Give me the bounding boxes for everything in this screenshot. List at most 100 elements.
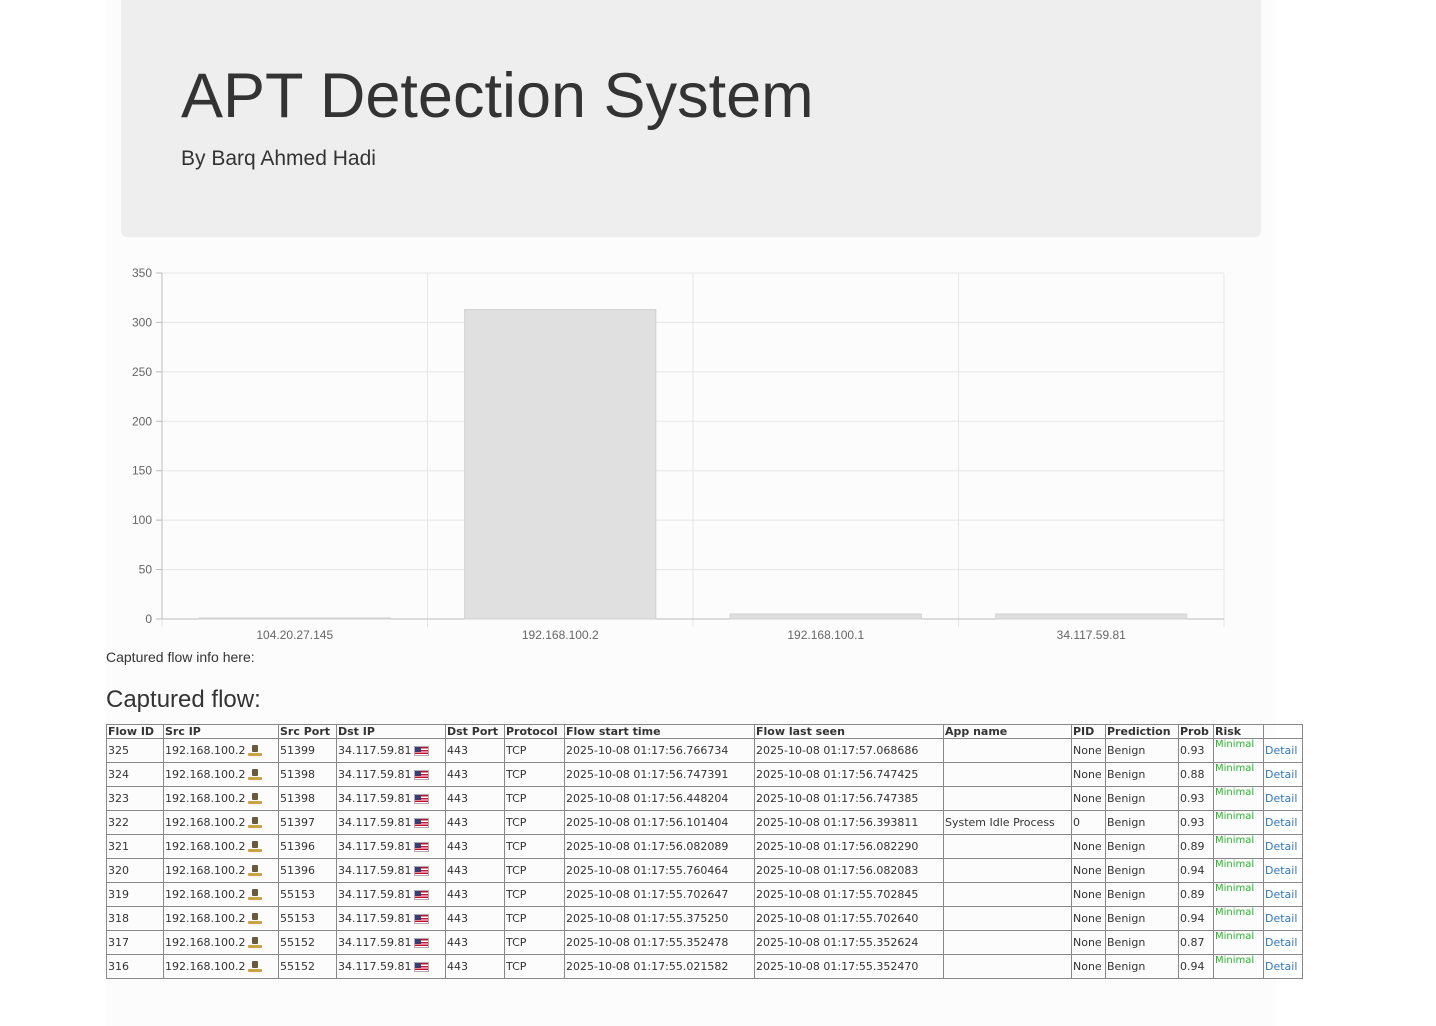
dst-ip-text: 34.117.59.81 [338, 960, 412, 973]
detail-link[interactable]: Detail [1265, 960, 1297, 973]
prob-cell: 0.88 [1178, 762, 1214, 787]
pid-text: None [1073, 840, 1102, 853]
x-tick-label: 192.168.100.1 [787, 628, 864, 642]
pid-cell: None [1071, 930, 1106, 955]
src-ip-cell: 192.168.100.2 [163, 810, 279, 835]
prob-cell: 0.94 [1178, 954, 1214, 979]
bar [198, 617, 391, 620]
flow-id-text: 320 [108, 864, 129, 877]
protocol-cell: TCP [504, 786, 565, 811]
dst-port-text: 443 [447, 768, 468, 781]
detail-link[interactable]: Detail [1265, 936, 1297, 949]
app-name-cell [943, 930, 1072, 955]
flow-last-seen-text: 2025-10-08 01:17:55.352470 [756, 960, 919, 973]
us-flag-icon [414, 794, 430, 804]
local-host-icon [248, 865, 263, 877]
prediction-cell: Benign [1105, 738, 1179, 763]
src-ip-cell: 192.168.100.2 [163, 906, 279, 931]
prediction-text: Benign [1107, 960, 1146, 973]
risk-text: Minimal [1215, 883, 1255, 894]
protocol-text: TCP [506, 960, 527, 973]
flow-start-text: 2025-10-08 01:17:56.747391 [566, 768, 729, 781]
pid-text: 0 [1073, 816, 1080, 829]
flow-start-cell: 2025-10-08 01:17:55.021582 [564, 954, 755, 979]
y-tick-label: 150 [132, 464, 152, 478]
src-ip-cell: 192.168.100.2 [163, 930, 279, 955]
src-ip-text: 192.168.100.2 [165, 744, 246, 757]
us-flag-icon [414, 866, 430, 876]
us-flag-icon [414, 746, 430, 756]
dst-ip-cell: 34.117.59.81 [336, 738, 446, 763]
flow-start-cell: 2025-10-08 01:17:56.766734 [564, 738, 755, 763]
detail-cell: Detail [1263, 954, 1303, 979]
detail-link[interactable]: Detail [1265, 792, 1297, 805]
flow-start-cell: 2025-10-08 01:17:56.082089 [564, 834, 755, 859]
src-ip-text: 192.168.100.2 [165, 888, 246, 901]
src-ip-cell: 192.168.100.2 [163, 762, 279, 787]
detail-link[interactable]: Detail [1265, 864, 1297, 877]
flow-start-cell: 2025-10-08 01:17:56.448204 [564, 786, 755, 811]
prediction-text: Benign [1107, 936, 1146, 949]
prob-text: 0.94 [1180, 912, 1205, 925]
prob-text: 0.87 [1180, 936, 1205, 949]
src-port-cell: 55152 [278, 930, 337, 955]
detail-link[interactable]: Detail [1265, 840, 1297, 853]
pid-text: None [1073, 912, 1102, 925]
dst-ip-text: 34.117.59.81 [338, 888, 412, 901]
dst-port-cell: 443 [445, 954, 505, 979]
flow-last-seen-cell: 2025-10-08 01:17:56.747425 [754, 762, 944, 787]
pid-text: None [1073, 936, 1102, 949]
bar [464, 309, 657, 620]
src-port-cell: 51396 [278, 858, 337, 883]
flow-id-cell: 317 [106, 930, 164, 955]
app-name-cell [943, 738, 1072, 763]
dst-ip-text: 34.117.59.81 [338, 936, 412, 949]
risk-cell: Minimal [1213, 786, 1264, 811]
detail-link[interactable]: Detail [1265, 816, 1297, 829]
column-header: Src IP [163, 724, 279, 739]
pid-cell: None [1071, 834, 1106, 859]
table-row: 322 192.168.100.2 51397 34.117.59.81 443 TCP 2… [106, 810, 1303, 835]
prob-cell: 0.89 [1178, 882, 1214, 907]
risk-text: Minimal [1215, 907, 1255, 918]
risk-cell: Minimal [1213, 906, 1264, 931]
dst-ip-text: 34.117.59.81 [338, 768, 412, 781]
pid-cell: None [1071, 882, 1106, 907]
local-host-icon [248, 769, 263, 781]
prediction-cell: Benign [1105, 834, 1179, 859]
dst-ip-text: 34.117.59.81 [338, 792, 412, 805]
table-row: 318 192.168.100.2 55153 34.117.59.81 443 TCP 2… [106, 906, 1303, 931]
column-header: Prediction [1105, 724, 1179, 739]
detail-link[interactable]: Detail [1265, 768, 1297, 781]
flow-last-seen-cell: 2025-10-08 01:17:55.702845 [754, 882, 944, 907]
column-header: Dst IP [336, 724, 446, 739]
dst-ip-cell: 34.117.59.81 [336, 858, 446, 883]
prediction-text: Benign [1107, 888, 1146, 901]
prob-text: 0.89 [1180, 840, 1205, 853]
detail-link[interactable]: Detail [1265, 912, 1297, 925]
detail-link[interactable]: Detail [1265, 888, 1297, 901]
src-port-text: 51399 [280, 744, 315, 757]
pid-text: None [1073, 960, 1102, 973]
y-tick-label: 300 [132, 315, 152, 329]
dst-port-cell: 443 [445, 738, 505, 763]
header-banner: APT Detection System By Barq Ahmed Hadi [121, 0, 1261, 237]
dst-ip-text: 34.117.59.81 [338, 744, 412, 757]
dst-port-text: 443 [447, 960, 468, 973]
src-ip-text: 192.168.100.2 [165, 912, 246, 925]
flow-id-text: 324 [108, 768, 129, 781]
flow-last-seen-text: 2025-10-08 01:17:57.068686 [756, 744, 919, 757]
dst-port-text: 443 [447, 864, 468, 877]
src-port-cell: 51399 [278, 738, 337, 763]
table-row: 317 192.168.100.2 55152 34.117.59.81 443 TCP 2… [106, 930, 1303, 955]
src-port-cell: 55153 [278, 882, 337, 907]
detail-link[interactable]: Detail [1265, 744, 1297, 757]
flow-last-seen-text: 2025-10-08 01:17:55.702640 [756, 912, 919, 925]
flow-id-cell: 320 [106, 858, 164, 883]
dst-port-text: 443 [447, 888, 468, 901]
table-row: 325 192.168.100.2 51399 34.117.59.81 443 TCP 2… [106, 738, 1303, 763]
src-port-text: 51397 [280, 816, 315, 829]
protocol-cell: TCP [504, 882, 565, 907]
protocol-cell: TCP [504, 810, 565, 835]
flow-start-text: 2025-10-08 01:17:55.021582 [566, 960, 729, 973]
